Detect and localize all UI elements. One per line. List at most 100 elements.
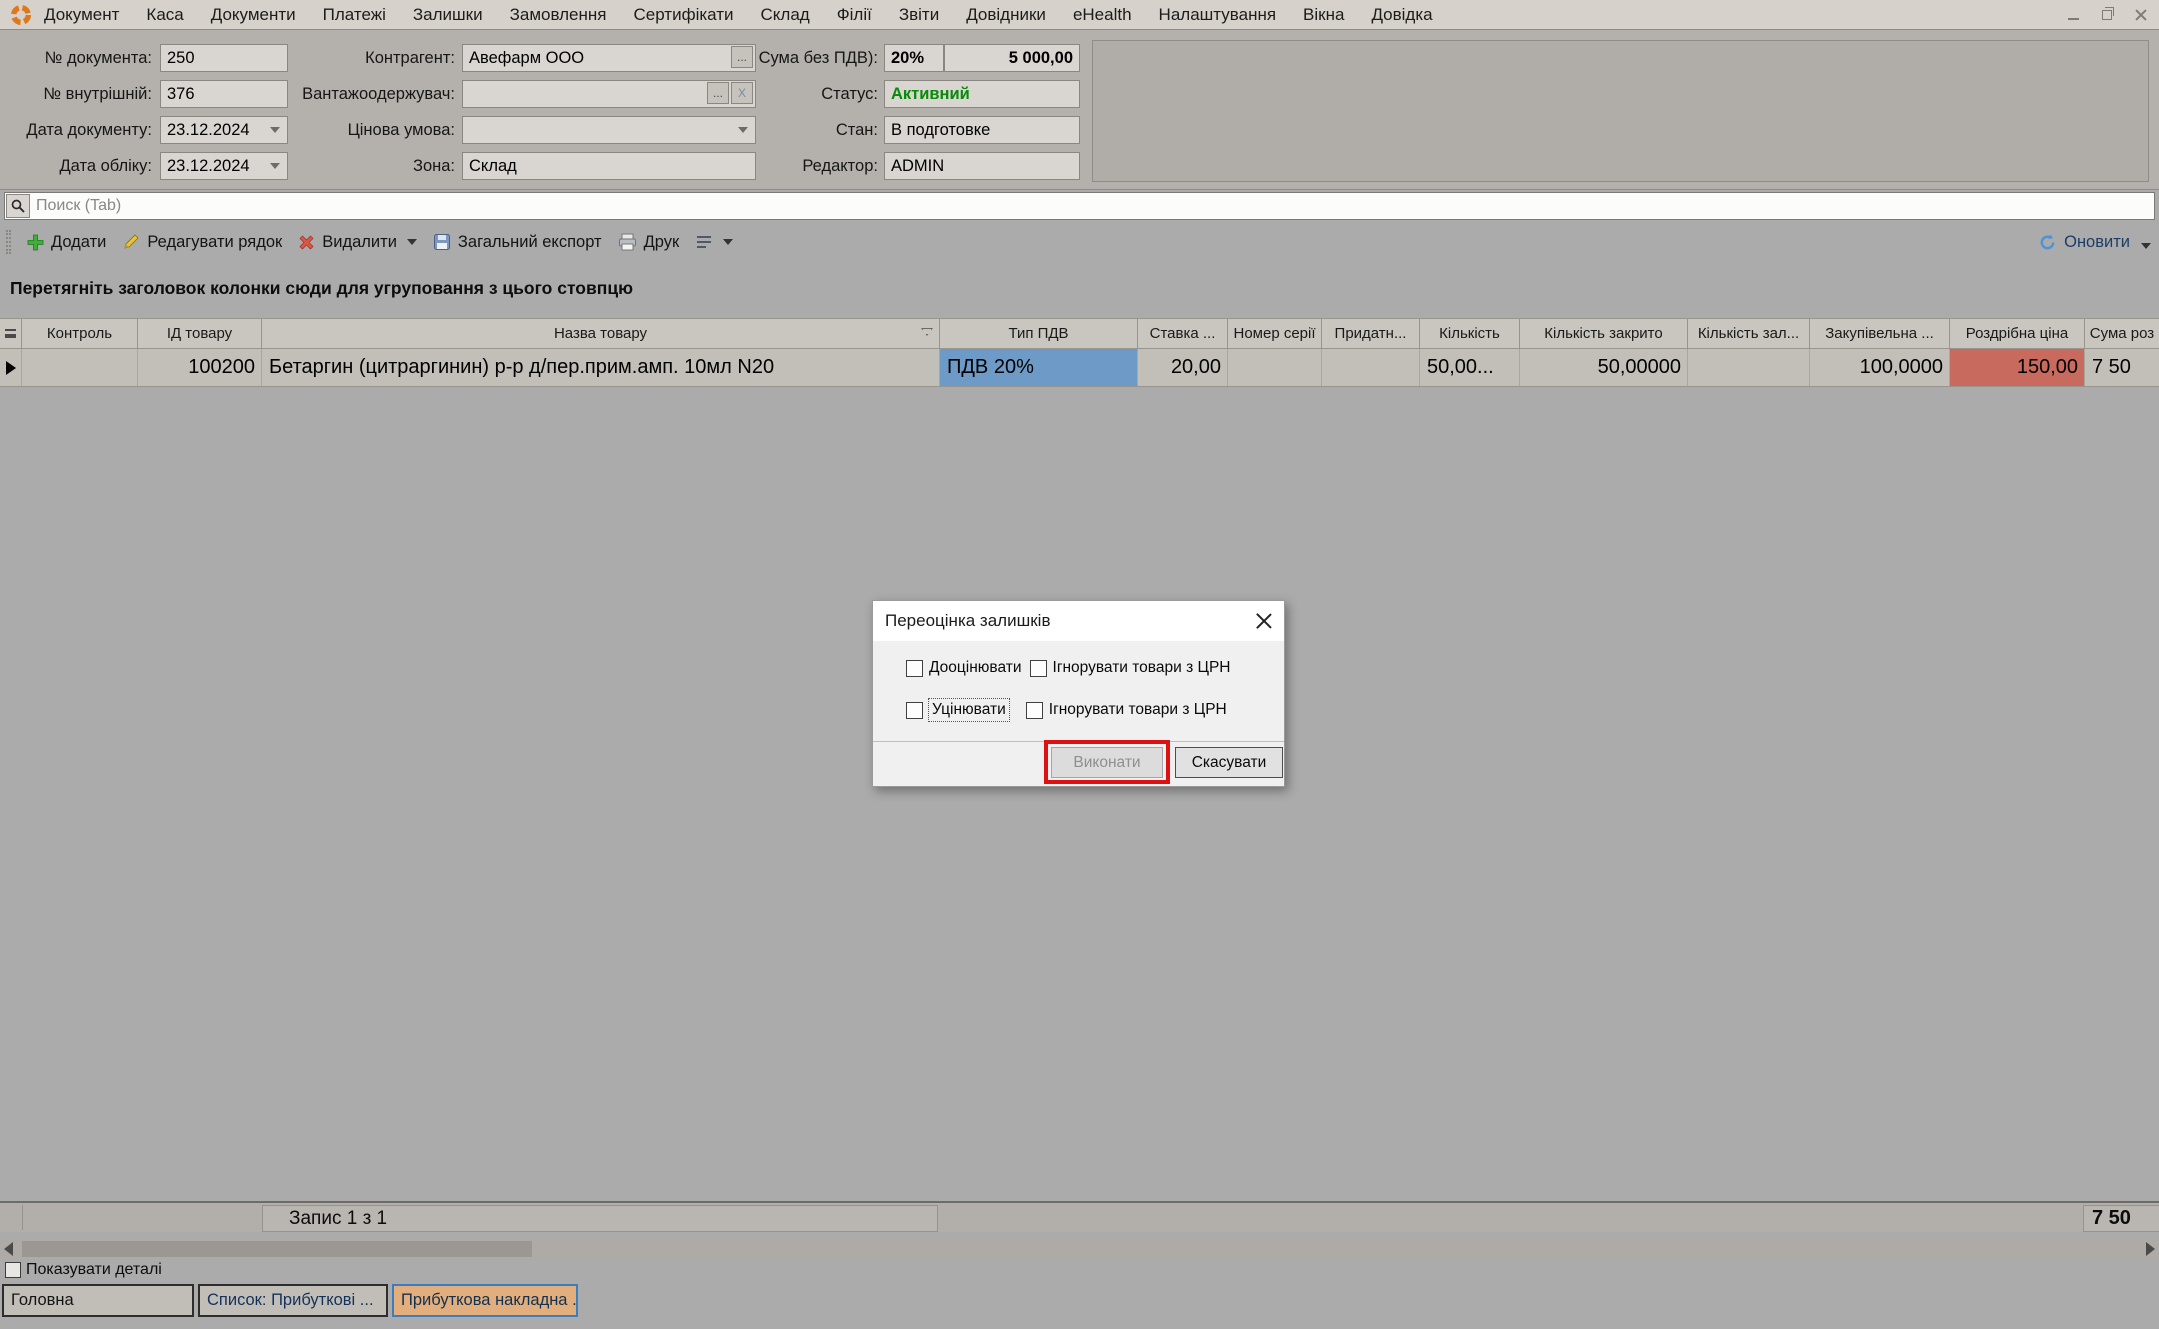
decrease-checkbox-label[interactable]: Уцінювати bbox=[929, 699, 1009, 721]
show-details-checkbox[interactable] bbox=[5, 1262, 21, 1278]
edit-row-button[interactable]: Редагувати рядок bbox=[122, 233, 282, 252]
column-header-product-name[interactable]: Назва товару bbox=[262, 319, 940, 348]
plus-icon bbox=[27, 234, 44, 251]
menu-certificates[interactable]: Сертифікати bbox=[633, 5, 733, 25]
column-header-vat-type[interactable]: Тип ПДВ bbox=[940, 319, 1138, 348]
cell-product-name[interactable]: Бетаргин (цитраргинин) р-р д/пер.прим.ам… bbox=[262, 349, 940, 386]
cell-expiry[interactable] bbox=[1322, 349, 1420, 386]
column-header-quantity[interactable]: Кількість bbox=[1420, 319, 1520, 348]
menu-document[interactable]: Документ bbox=[44, 5, 119, 25]
menu-directories[interactable]: Довідники bbox=[966, 5, 1046, 25]
sum-without-vat-field: 5 000,00 bbox=[944, 44, 1080, 72]
menu-kasa[interactable]: Каса bbox=[146, 5, 183, 25]
delete-caret-icon bbox=[407, 239, 417, 245]
minimize-icon[interactable] bbox=[2065, 7, 2081, 23]
menu-stock[interactable]: Залишки bbox=[413, 5, 483, 25]
list-icon bbox=[695, 234, 713, 250]
show-details-toggle[interactable]: Показувати деталі bbox=[5, 1261, 162, 1279]
add-button[interactable]: Додати bbox=[27, 233, 106, 252]
export-button[interactable]: Загальний експорт bbox=[433, 233, 602, 252]
cell-quantity-left[interactable] bbox=[1688, 349, 1810, 386]
dialog-close-icon[interactable] bbox=[1255, 612, 1272, 629]
menu-help[interactable]: Довідка bbox=[1371, 5, 1432, 25]
tab-home[interactable]: Головна bbox=[2, 1284, 194, 1317]
cell-vat-type[interactable]: ПДВ 20% bbox=[940, 349, 1138, 386]
column-header-product-id[interactable]: ІД товару bbox=[138, 319, 262, 348]
revaluation-dialog: Переоцінка залишків Дооцінювати Ігнорува… bbox=[872, 600, 1285, 787]
menu-orders[interactable]: Замовлення bbox=[510, 5, 607, 25]
cell-serial[interactable] bbox=[1228, 349, 1322, 386]
column-header-serial[interactable]: Номер серії bbox=[1228, 319, 1322, 348]
record-counter: Запис 1 з 1 bbox=[262, 1205, 938, 1232]
cell-product-id[interactable]: 100200 bbox=[138, 349, 262, 386]
grid-header-row: Контроль ІД товару Назва товару Тип ПДВ … bbox=[0, 318, 2159, 349]
search-bar bbox=[4, 192, 2155, 220]
menu-warehouse[interactable]: Склад bbox=[761, 5, 810, 25]
status-bar: Запис 1 з 1 7 50 bbox=[0, 1201, 2159, 1232]
column-header-purchase-price[interactable]: Закупівельна ... bbox=[1810, 319, 1950, 348]
close-icon[interactable] bbox=[2133, 7, 2149, 23]
cell-retail-price[interactable]: 150,00 bbox=[1950, 349, 2085, 386]
grid-grip-icon bbox=[5, 329, 16, 338]
cell-sum-retail[interactable]: 7 50 bbox=[2085, 349, 2159, 386]
cell-quantity[interactable]: 50,00... bbox=[1420, 349, 1520, 386]
row-selector-cell bbox=[0, 349, 22, 386]
cell-control[interactable] bbox=[22, 349, 138, 386]
column-header-control[interactable]: Контроль bbox=[22, 319, 138, 348]
search-input[interactable] bbox=[36, 197, 1936, 215]
scroll-right-icon[interactable] bbox=[2146, 1242, 2155, 1256]
internal-number-label: № внутрішній: bbox=[4, 80, 152, 108]
increase-checkbox-label[interactable]: Дооцінювати bbox=[929, 659, 1022, 677]
menu-payments[interactable]: Платежі bbox=[323, 5, 386, 25]
scroll-left-icon[interactable] bbox=[4, 1242, 13, 1256]
print-button[interactable]: Друк bbox=[618, 233, 680, 252]
decrease-checkbox[interactable] bbox=[906, 702, 923, 719]
menu-windows[interactable]: Вікна bbox=[1303, 5, 1344, 25]
column-header-expiry[interactable]: Придатн... bbox=[1322, 319, 1420, 348]
column-header-retail-price[interactable]: Роздрібна ціна bbox=[1950, 319, 2085, 348]
menu-ehealth[interactable]: eHealth bbox=[1073, 5, 1132, 25]
column-header-sum-retail[interactable]: Сума роз bbox=[2085, 319, 2159, 348]
column-chooser-button[interactable] bbox=[695, 234, 733, 250]
state-label: Стан: bbox=[660, 116, 878, 144]
cancel-button[interactable]: Скасувати bbox=[1175, 747, 1283, 778]
show-details-label: Показувати деталі bbox=[26, 1261, 162, 1279]
column-chooser-caret-icon bbox=[723, 239, 733, 245]
refresh-caret-icon[interactable] bbox=[2141, 243, 2151, 249]
doc-number-label: № документа: bbox=[4, 44, 152, 72]
cell-quantity-closed[interactable]: 50,00000 bbox=[1520, 349, 1688, 386]
table-row[interactable]: 100200 Бетаргин (цитраргинин) р-р д/пер.… bbox=[0, 349, 2159, 387]
scrollbar-thumb[interactable] bbox=[22, 1241, 532, 1257]
cell-purchase-price[interactable]: 100,0000 bbox=[1810, 349, 1950, 386]
ignore-crn-checkbox-2[interactable] bbox=[1026, 702, 1043, 719]
column-header-quantity-left[interactable]: Кількість зал... bbox=[1688, 319, 1810, 348]
tab-incoming-invoice[interactable]: Прибуткова накладна . bbox=[392, 1284, 578, 1317]
menu-branches[interactable]: Філії bbox=[837, 5, 872, 25]
refresh-button[interactable]: Оновити bbox=[2038, 233, 2130, 252]
cell-vat-rate[interactable]: 20,00 bbox=[1138, 349, 1228, 386]
tab-incoming-list[interactable]: Список: Прибуткові ... bbox=[198, 1284, 388, 1317]
ignore-crn-label-1[interactable]: Ігнорувати товари з ЦРН bbox=[1053, 659, 1231, 677]
ignore-crn-checkbox-1[interactable] bbox=[1030, 660, 1047, 677]
horizontal-scrollbar[interactable] bbox=[0, 1239, 2159, 1259]
ignore-crn-label-2[interactable]: Ігнорувати товари з ЦРН bbox=[1049, 701, 1227, 719]
filter-icon[interactable] bbox=[921, 328, 933, 336]
column-header-vat-rate[interactable]: Ставка ... bbox=[1138, 319, 1228, 348]
printer-icon bbox=[618, 233, 637, 251]
menu-bar: Документ Каса Документи Платежі Залишки … bbox=[0, 0, 2159, 30]
increase-checkbox[interactable] bbox=[906, 660, 923, 677]
menu-reports[interactable]: Звіти bbox=[899, 5, 939, 25]
delete-button[interactable]: Видалити bbox=[298, 233, 417, 252]
toolbar: Додати Редагувати рядок Видалити Загальн… bbox=[0, 224, 2159, 260]
pencil-icon bbox=[122, 233, 140, 251]
vat-percent-field: 20% bbox=[884, 44, 944, 72]
column-header-quantity-closed[interactable]: Кількість закрито bbox=[1520, 319, 1688, 348]
menu-documents[interactable]: Документи bbox=[211, 5, 296, 25]
execute-button[interactable]: Виконати bbox=[1051, 747, 1163, 778]
restore-icon[interactable] bbox=[2099, 7, 2115, 23]
grid-corner-cell[interactable] bbox=[0, 319, 22, 348]
toolbar-grip-icon[interactable] bbox=[6, 230, 11, 254]
menu-settings[interactable]: Налаштування bbox=[1159, 5, 1277, 25]
search-icon[interactable] bbox=[6, 194, 30, 218]
accounting-date-label: Дата обліку: bbox=[4, 152, 152, 180]
